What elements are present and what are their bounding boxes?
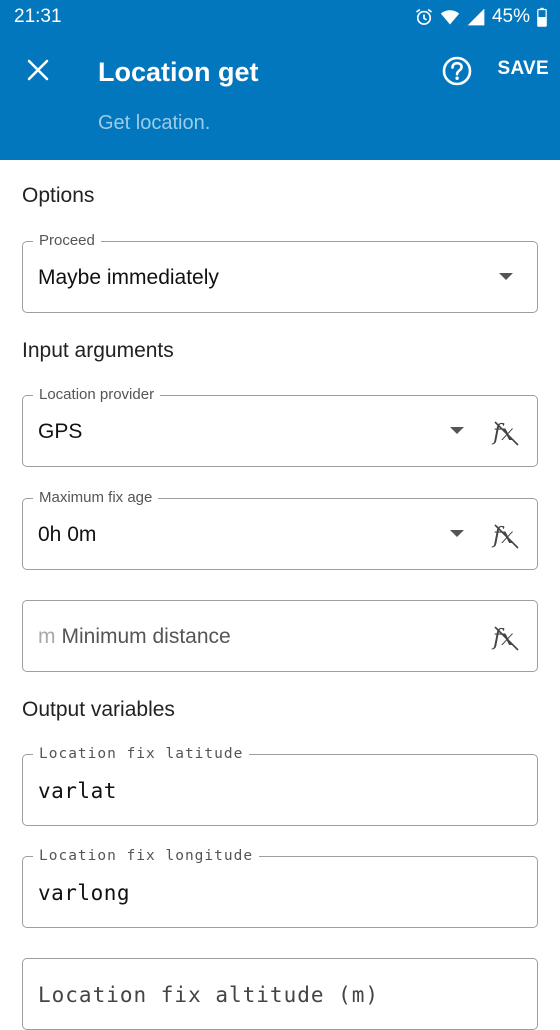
placeholder-text: Minimum distance [61,625,231,648]
longitude-label: Location fix longitude [33,846,260,866]
latitude-label: Location fix latitude [33,744,250,764]
maximum-fix-age-select[interactable]: Maximum fix age 0h 0m fx [22,488,538,570]
save-button[interactable]: SAVE [497,58,549,80]
latitude-variable-input[interactable]: Location fix latitude varlat [22,744,538,826]
latitude-value: varlat [38,779,117,803]
svg-text:fx: fx [491,626,514,651]
battery-icon [536,7,548,27]
close-button[interactable] [22,54,54,86]
svg-text:fx: fx [491,421,514,446]
input-arguments-heading: Input arguments [22,339,174,362]
chevron-down-icon[interactable] [499,273,513,280]
proceed-value: Maybe immediately [38,266,219,289]
proceed-select[interactable]: Proceed Maybe immediately [22,231,538,313]
function-toggle-icon[interactable]: fx [491,621,521,653]
page-title: Location get [98,57,259,87]
wifi-icon [440,7,460,27]
battery-percent: 45% [491,6,530,27]
status-time: 21:31 [14,6,62,27]
location-provider-value: GPS [38,420,83,443]
alarm-icon [414,7,434,27]
function-toggle-icon[interactable]: fx [491,416,521,448]
status-bar: 21:31 45% [0,0,560,34]
location-provider-label: Location provider [33,385,161,405]
altitude-variable-input[interactable]: Location fix altitude (m) [22,958,538,1030]
longitude-variable-input[interactable]: Location fix longitude varlong [22,846,538,928]
altitude-placeholder: Location fix altitude (m) [38,983,380,1007]
output-variables-heading: Output variables [22,698,175,721]
altitude-placeholder-wrap: Location fix altitude (m) [38,981,379,1010]
chevron-down-icon[interactable] [450,530,464,537]
chevron-down-icon[interactable] [450,427,464,434]
status-icons: 45% [414,6,548,28]
minimum-distance-input[interactable]: m Minimum distance fx [22,600,538,672]
function-toggle-icon[interactable]: fx [491,519,521,551]
maximum-fix-age-label: Maximum fix age [33,488,159,508]
help-icon [442,56,472,86]
svg-text:fx: fx [491,524,514,549]
proceed-label: Proceed [33,231,101,251]
unit-prefix: m [38,625,56,648]
longitude-value: varlong [38,881,131,905]
maximum-fix-age-value: 0h 0m [38,523,97,546]
minimum-distance-placeholder: m Minimum distance [38,623,231,651]
page-subtitle: Get location. [98,112,211,134]
app-bar: 21:31 45% Location get Get location. SAV… [0,0,560,160]
help-button[interactable] [441,55,473,87]
options-heading: Options [22,184,95,207]
close-icon [27,59,49,81]
signal-icon [466,7,486,27]
location-provider-select[interactable]: Location provider GPS fx [22,385,538,467]
